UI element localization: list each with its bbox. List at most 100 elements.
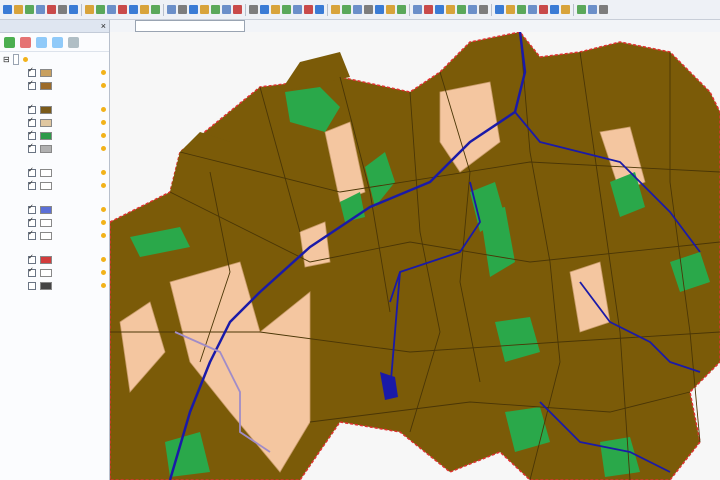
toolbar-button-icon[interactable] <box>233 5 242 14</box>
layer-visibility-checkbox[interactable] <box>28 229 36 240</box>
toolbar-button-icon[interactable] <box>58 5 67 14</box>
toolbar-button-icon[interactable] <box>167 5 176 14</box>
layer-properties-icon[interactable] <box>68 36 79 48</box>
toolbar-button-icon[interactable] <box>189 5 198 14</box>
toolbar-button-icon[interactable] <box>561 5 570 14</box>
layer-visibility-checkbox[interactable] <box>28 142 36 153</box>
toolbar-button-icon[interactable] <box>517 5 526 14</box>
layer-item[interactable] <box>0 103 109 116</box>
toolbar-button-icon[interactable] <box>424 5 433 14</box>
layer-status-icon <box>101 70 106 75</box>
toolbar-button-icon[interactable] <box>304 5 313 14</box>
toolbar-button-icon[interactable] <box>397 5 406 14</box>
toolbar-button-icon[interactable] <box>353 5 362 14</box>
layer-item[interactable] <box>0 216 109 229</box>
toolbar-button-icon[interactable] <box>107 5 116 14</box>
layer-visibility-checkbox[interactable] <box>28 266 36 277</box>
toolbar-button-icon[interactable] <box>118 5 127 14</box>
toolbar-button-icon[interactable] <box>413 5 422 14</box>
layer-status-icon <box>101 107 106 112</box>
layer-visibility-checkbox[interactable] <box>28 216 36 227</box>
layer-visibility-checkbox[interactable] <box>28 281 36 290</box>
layer-visibility-checkbox[interactable] <box>28 129 36 140</box>
layer-item[interactable] <box>0 229 109 242</box>
layer-item[interactable] <box>0 116 109 129</box>
toolbar-button-icon[interactable] <box>342 5 351 14</box>
layers-panel-title: × <box>0 20 109 33</box>
layer-status-icon <box>101 270 106 275</box>
toolbar-button-icon[interactable] <box>282 5 291 14</box>
toolbar-button-icon[interactable] <box>222 5 231 14</box>
toolbar-button-icon[interactable] <box>25 5 34 14</box>
scale-combo[interactable] <box>135 20 245 32</box>
toolbar-button-icon[interactable] <box>435 5 444 14</box>
toolbar-button-icon[interactable] <box>36 5 45 14</box>
add-layer-icon[interactable] <box>4 36 15 48</box>
layer-visibility-checkbox[interactable] <box>28 103 36 114</box>
toolbar-button-icon[interactable] <box>293 5 302 14</box>
layer-up-icon[interactable] <box>36 36 47 48</box>
toolbar-button-icon[interactable] <box>457 5 466 14</box>
layer-status-icon <box>101 146 106 151</box>
remove-layer-icon[interactable] <box>20 36 31 48</box>
toolbar-button-icon[interactable] <box>528 5 537 14</box>
toolbar-button-icon[interactable] <box>14 5 23 14</box>
layer-visibility-checkbox[interactable] <box>28 253 36 264</box>
toolbar-button-icon[interactable] <box>96 5 105 14</box>
toolbar-button-icon[interactable] <box>3 5 12 14</box>
toolbar-button-icon[interactable] <box>178 5 187 14</box>
layer-down-icon[interactable] <box>52 36 63 48</box>
toolbar-button-icon[interactable] <box>495 5 504 14</box>
layer-sublabel <box>0 92 109 103</box>
toolbar-button-icon[interactable] <box>271 5 280 14</box>
toolbar-button-icon[interactable] <box>151 5 160 14</box>
toolbar-button-icon[interactable] <box>129 5 138 14</box>
layer-item[interactable] <box>0 253 109 266</box>
layer-item[interactable] <box>0 129 109 142</box>
layer-item[interactable] <box>0 166 109 179</box>
layer-status-icon <box>101 257 106 262</box>
map-canvas[interactable] <box>110 32 720 480</box>
layer-item[interactable] <box>0 266 109 279</box>
toolbar-button-icon[interactable] <box>200 5 209 14</box>
toolbar-button-icon[interactable] <box>506 5 515 14</box>
layer-item[interactable] <box>0 142 109 155</box>
layer-item[interactable] <box>0 203 109 216</box>
toolbar-button-icon[interactable] <box>588 5 597 14</box>
collapse-icon[interactable]: ⊟ <box>3 55 10 64</box>
toolbar-button-icon[interactable] <box>315 5 324 14</box>
toolbar-button-icon[interactable] <box>364 5 373 14</box>
map-drawing[interactable] <box>110 32 720 480</box>
layer-item[interactable] <box>0 79 109 92</box>
toolbar-button-icon[interactable] <box>386 5 395 14</box>
toolbar-button-icon[interactable] <box>140 5 149 14</box>
layer-item[interactable] <box>0 279 109 292</box>
toolbar-button-icon[interactable] <box>331 5 340 14</box>
toolbar-separator <box>573 3 574 16</box>
toolbar-button-icon[interactable] <box>599 5 608 14</box>
toolbar-button-icon[interactable] <box>550 5 559 14</box>
toolbar-button-icon[interactable] <box>446 5 455 14</box>
toolbar-button-icon[interactable] <box>47 5 56 14</box>
layer-visibility-checkbox[interactable] <box>28 66 36 77</box>
toolbar-button-icon[interactable] <box>577 5 586 14</box>
layer-visibility-checkbox[interactable] <box>28 203 36 214</box>
toolbar-button-icon[interactable] <box>69 5 78 14</box>
layer-status-icon <box>22 56 28 62</box>
layer-root[interactable]: ⊟ <box>0 52 109 66</box>
toolbar-button-icon[interactable] <box>260 5 269 14</box>
toolbar-button-icon[interactable] <box>85 5 94 14</box>
close-icon[interactable]: × <box>101 20 106 32</box>
toolbar-button-icon[interactable] <box>539 5 548 14</box>
toolbar-button-icon[interactable] <box>468 5 477 14</box>
layer-visibility-checkbox[interactable] <box>28 116 36 127</box>
layer-visibility-checkbox[interactable] <box>28 79 36 90</box>
layer-item[interactable] <box>0 179 109 192</box>
layer-visibility-checkbox[interactable] <box>28 166 36 177</box>
toolbar-button-icon[interactable] <box>249 5 258 14</box>
toolbar-button-icon[interactable] <box>479 5 488 14</box>
layer-item[interactable] <box>0 66 109 79</box>
toolbar-button-icon[interactable] <box>375 5 384 14</box>
toolbar-button-icon[interactable] <box>211 5 220 14</box>
layer-visibility-checkbox[interactable] <box>28 179 36 190</box>
